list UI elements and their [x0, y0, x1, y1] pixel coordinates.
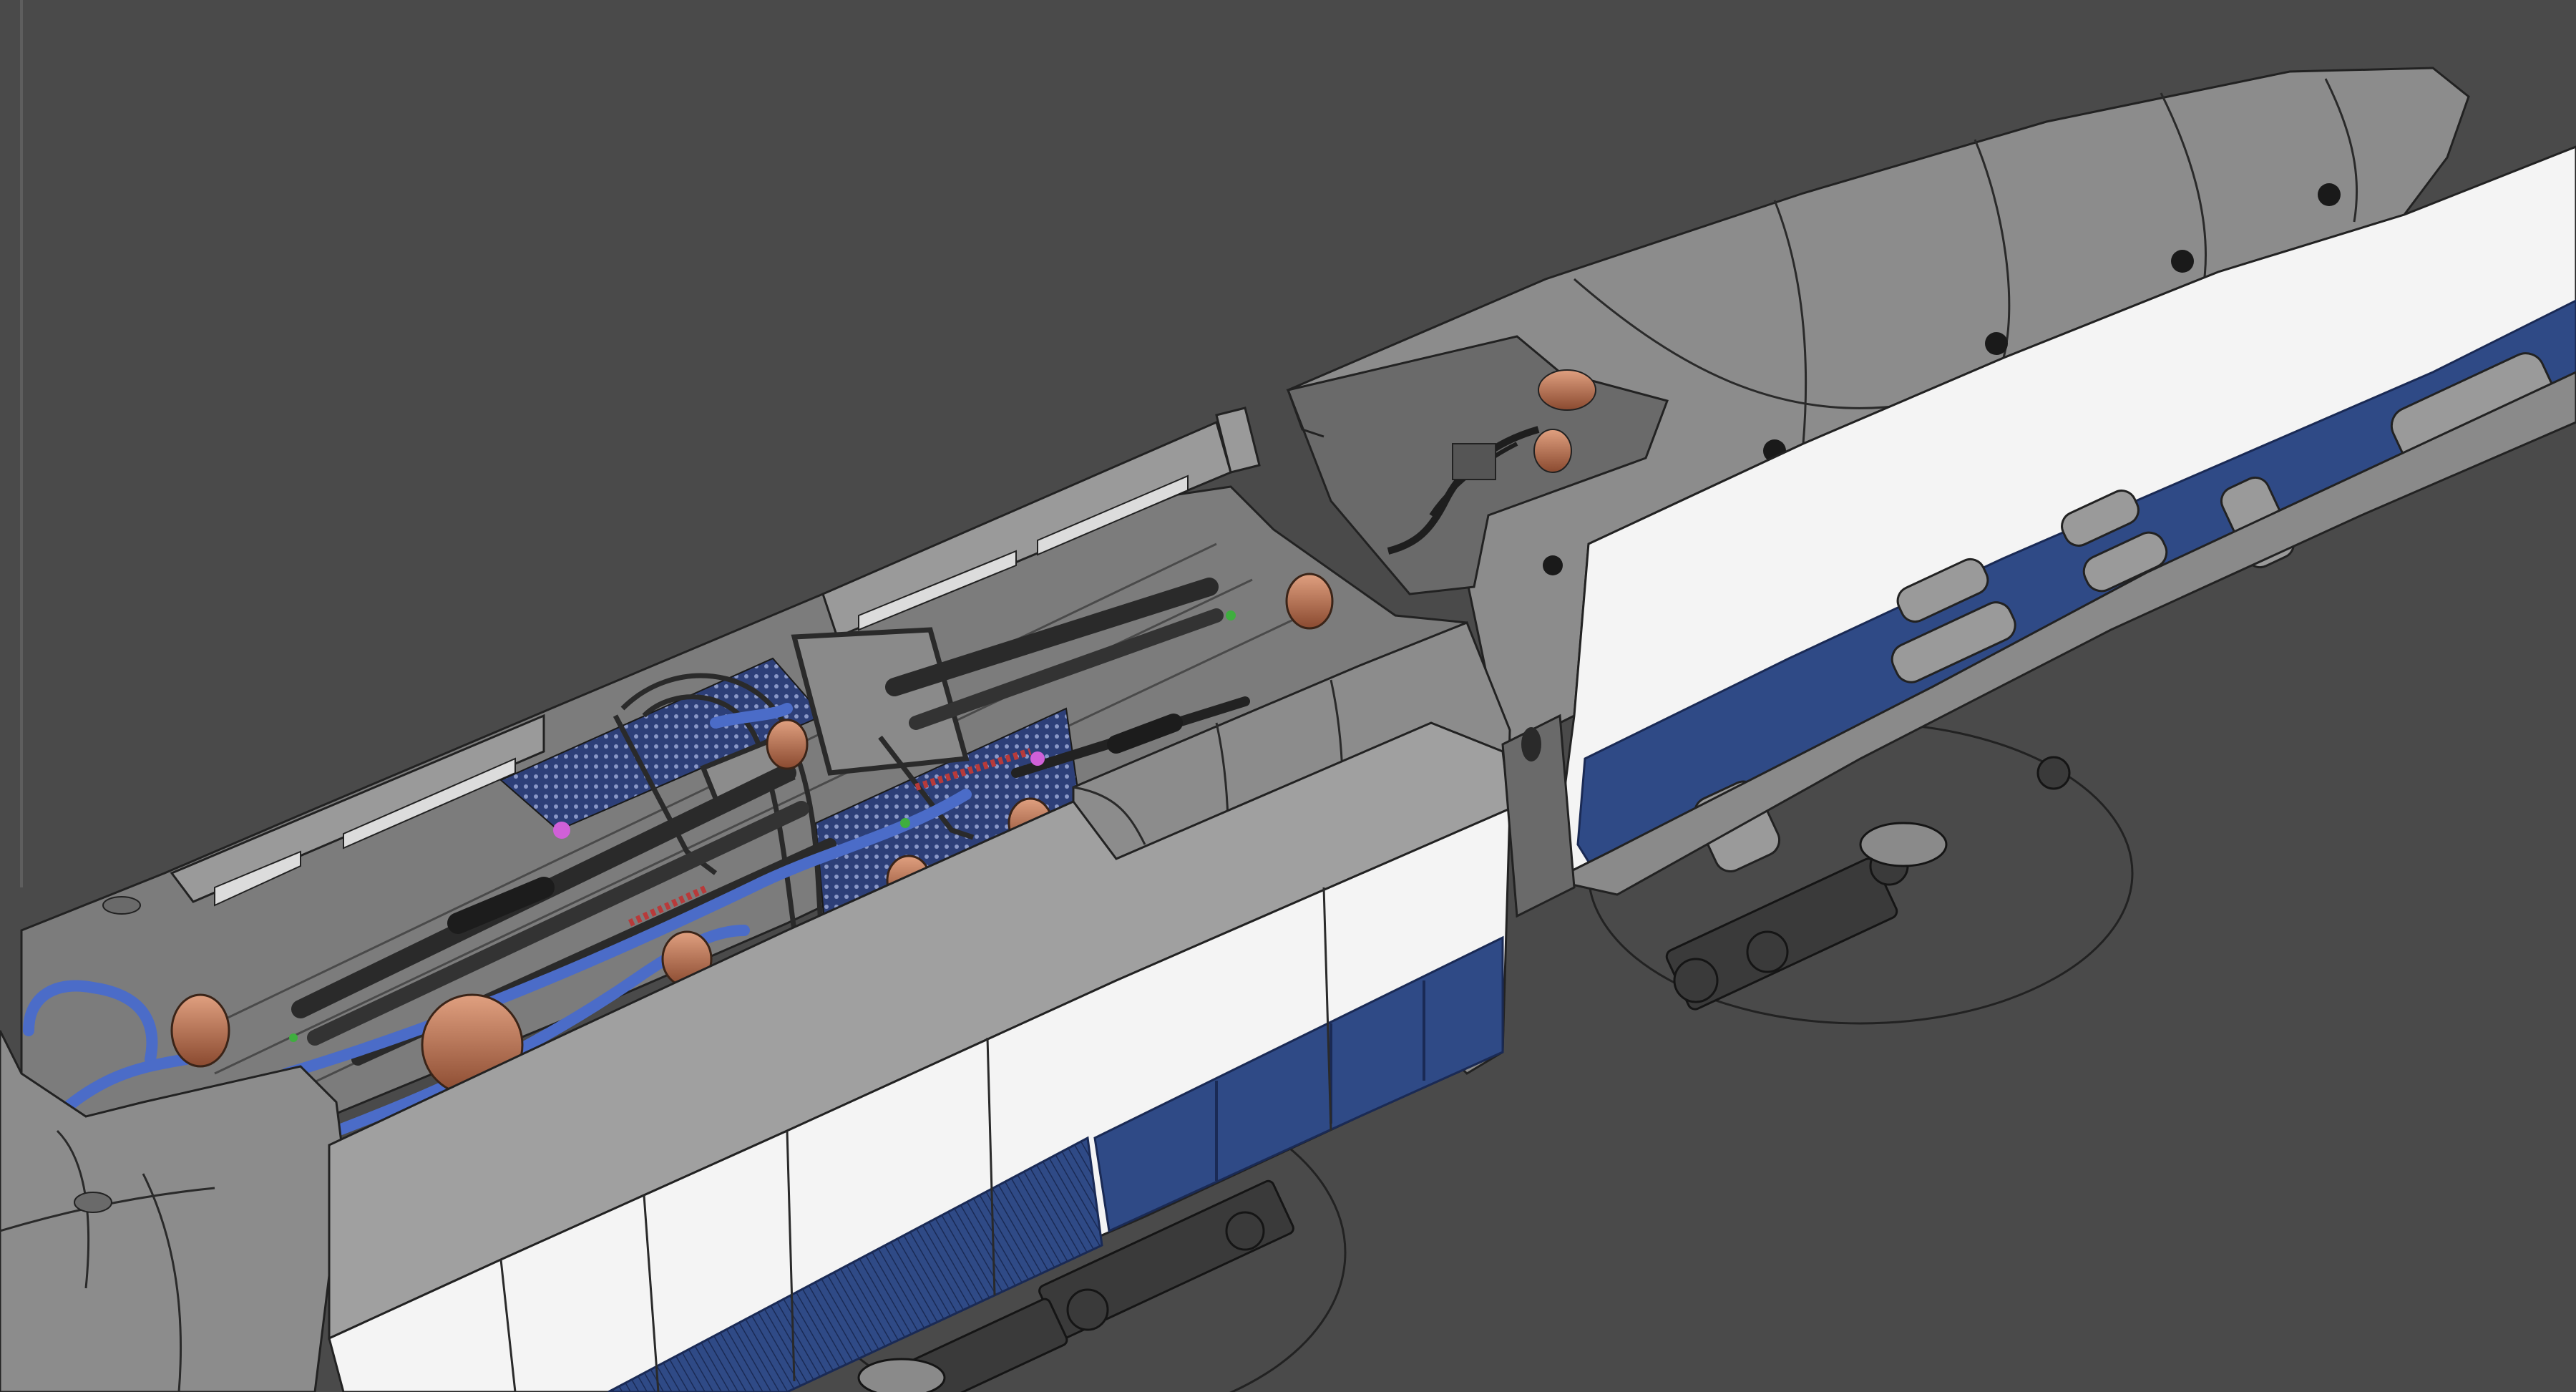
- 3d-viewport[interactable]: [0, 0, 2576, 1392]
- front-cap-round-vent: [74, 1192, 112, 1213]
- roof-round-vent: [102, 896, 141, 915]
- gangway-coupler: [1521, 727, 1541, 761]
- scene-canvas[interactable]: [0, 0, 2576, 1392]
